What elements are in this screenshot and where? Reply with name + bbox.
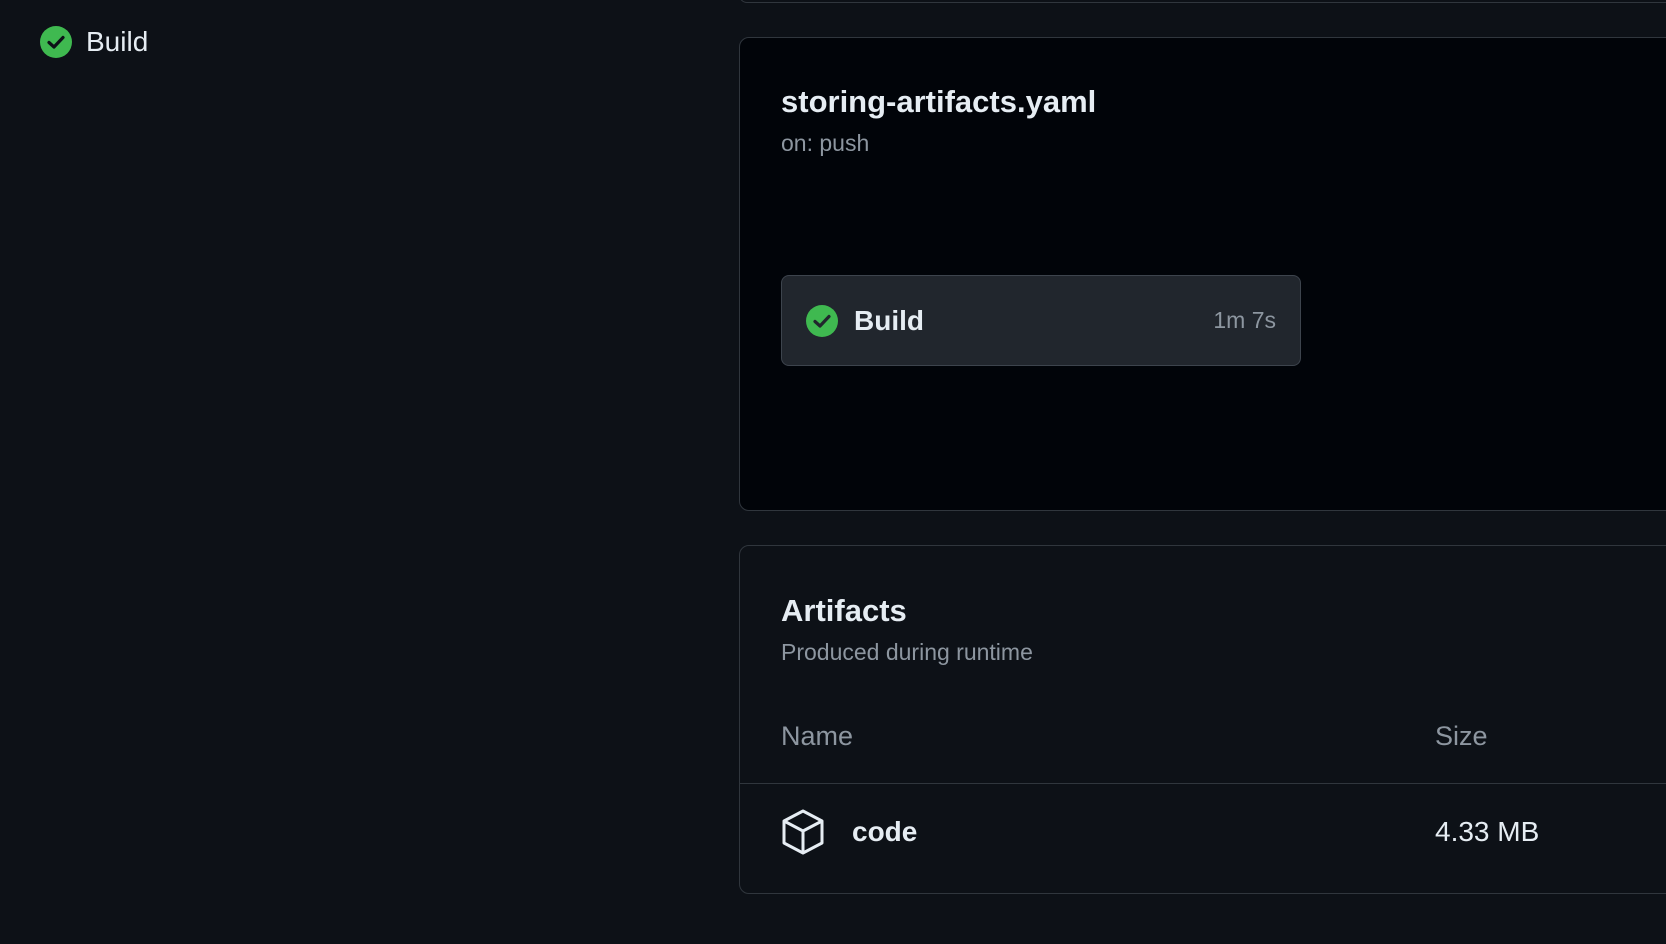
artifacts-title: Artifacts (781, 593, 907, 628)
column-header-size: Size (1435, 721, 1488, 751)
summary-card-edge (739, 0, 1666, 3)
artifacts-subtitle: Produced during runtime (781, 639, 1033, 665)
sidebar-job-label: Build (86, 26, 149, 57)
success-check-icon (806, 304, 838, 337)
job-node-name: Build (854, 304, 924, 336)
workflow-graph-card: storing-artifacts.yaml on: push Build 1m… (739, 37, 1666, 511)
job-node-duration: 1m 7s (1213, 307, 1276, 333)
artifacts-card: Artifacts Produced during runtime Name S… (739, 545, 1666, 894)
sidebar-job-build[interactable]: Build (40, 26, 148, 58)
artifact-size: 4.33 MB (1435, 816, 1540, 847)
success-check-icon (40, 26, 72, 58)
workflow-trigger: on: push (781, 130, 870, 156)
workflow-run-page: Build storing-artifacts.yaml on: push Bu… (0, 0, 1666, 944)
column-header-name: Name (781, 721, 854, 751)
job-node-build[interactable]: Build 1m 7s (781, 275, 1301, 366)
artifact-name-link[interactable]: code (852, 816, 917, 848)
artifact-row: code 4.33 MB (740, 784, 1666, 884)
workflow-file-name[interactable]: storing-artifacts.yaml (781, 84, 1096, 120)
package-icon (782, 809, 824, 855)
